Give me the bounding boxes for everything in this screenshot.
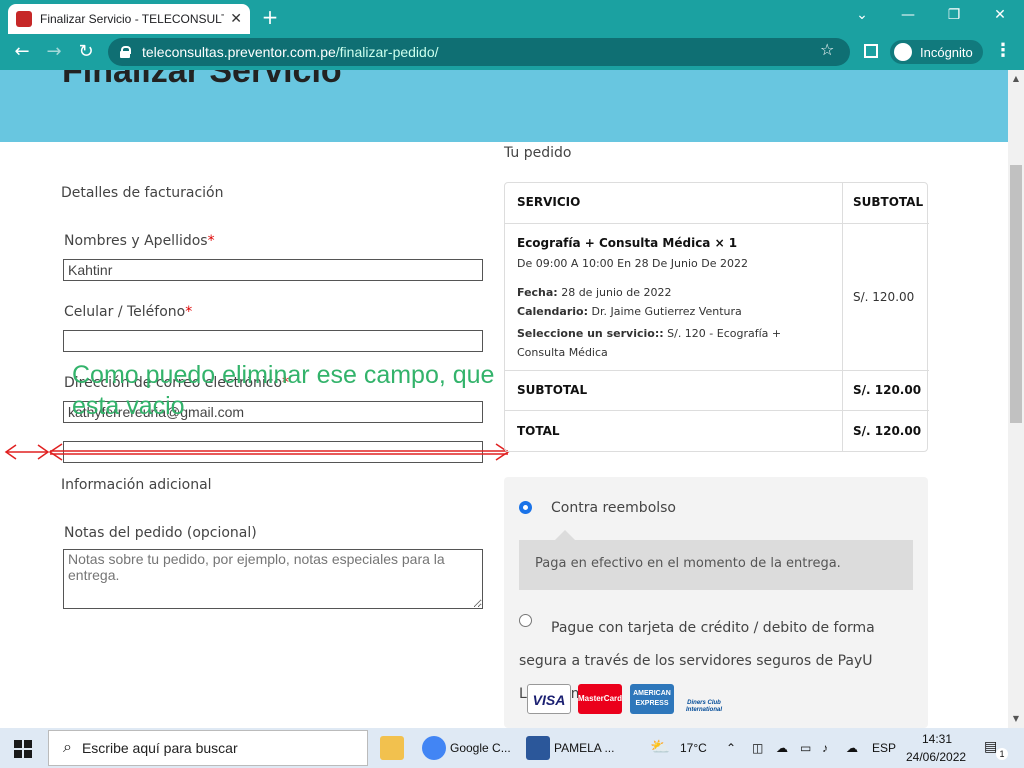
- star-icon[interactable]: ☆: [820, 40, 834, 59]
- annotation-text: Como puedo eliminar ese campo, que esta …: [72, 361, 495, 420]
- new-tab-button[interactable]: +: [258, 6, 282, 28]
- cloud-icon[interactable]: ☁: [776, 741, 788, 755]
- item-price: S/. 120.00: [853, 290, 915, 304]
- incognito-badge[interactable]: Incógnito: [890, 40, 983, 64]
- radio-cod[interactable]: [519, 501, 532, 514]
- annotation-arrows: [4, 443, 510, 461]
- subtotal-value: S/. 120.00: [853, 383, 922, 397]
- total-value: S/. 120.00: [853, 424, 922, 438]
- payment-option-cod[interactable]: Contra reembolso: [551, 500, 676, 516]
- tab-search-icon[interactable]: ⌄: [842, 4, 882, 26]
- scrollbar-thumb[interactable]: [1010, 165, 1022, 423]
- tab-close-icon[interactable]: ✕: [230, 11, 242, 27]
- restore-icon[interactable]: ❐: [934, 4, 974, 26]
- mastercard-logo: MasterCard: [578, 684, 622, 714]
- close-window-icon[interactable]: ✕: [980, 4, 1020, 26]
- phone-input[interactable]: [63, 330, 483, 352]
- billing-heading: Detalles de facturación: [61, 185, 224, 201]
- search-placeholder: Escribe aquí para buscar: [81, 740, 238, 756]
- page-title: Finalizar Servicio: [62, 70, 342, 90]
- search-icon: ⌕: [63, 739, 72, 756]
- subtotal-label: SUBTOTAL: [517, 383, 588, 397]
- network-icon[interactable]: ▭: [800, 741, 811, 755]
- reload-icon[interactable]: ↻: [74, 40, 98, 64]
- phone-label: Celular / Teléfono*: [64, 304, 193, 320]
- onedrive-icon[interactable]: ☁: [846, 741, 858, 755]
- name-label: Nombres y Apellidos*: [64, 233, 215, 249]
- browser-tab[interactable]: Finalizar Servicio - TELECONSULTAS ✕: [8, 4, 250, 34]
- item-title: Ecografía + Consulta Médica × 1: [517, 236, 738, 250]
- word-icon[interactable]: [526, 736, 550, 760]
- item-schedule: De 09:00 A 10:00 En 28 De Junio De 2022: [517, 257, 748, 270]
- total-row: TOTAL S/. 120.00: [505, 411, 929, 451]
- incognito-icon: [894, 43, 912, 61]
- taskbar-search[interactable]: ⌕ Escribe aquí para buscar: [48, 730, 368, 766]
- menu-icon[interactable]: ⋮: [994, 40, 1012, 61]
- col-service: SERVICIO: [517, 195, 581, 209]
- chrome-icon[interactable]: [422, 736, 446, 760]
- clock-time[interactable]: 14:31: [922, 732, 952, 746]
- col-subtotal: SUBTOTAL: [853, 195, 924, 209]
- notes-textarea[interactable]: [63, 549, 483, 609]
- site-favicon-icon: [16, 11, 32, 27]
- item-calendario: Calendario: Dr. Jaime Gutierrez Ventura: [517, 305, 742, 318]
- notes-label: Notas del pedido (opcional): [64, 525, 257, 541]
- subtotal-row: SUBTOTAL S/. 120.00: [505, 371, 929, 411]
- item-servicio: Seleccione un servicio:: S/. 120 - Ecogr…: [517, 327, 782, 359]
- scroll-down-icon[interactable]: ▼: [1010, 714, 1022, 723]
- chevron-up-icon[interactable]: ⌃: [726, 741, 736, 755]
- table-row: Ecografía + Consulta Médica × 1 De 09:00…: [505, 224, 929, 371]
- table-header-row: SERVICIO SUBTOTAL: [505, 183, 929, 224]
- total-label: TOTAL: [517, 424, 560, 438]
- minimize-icon[interactable]: —: [888, 4, 928, 26]
- clock-date[interactable]: 24/06/2022: [906, 750, 966, 764]
- cod-description: Paga en efectivo en el momento de la ent…: [519, 530, 913, 590]
- scroll-up-icon[interactable]: ▲: [1010, 74, 1022, 83]
- diners-logo: Diners Club International: [685, 700, 722, 713]
- item-fecha: Fecha: 28 de junio de 2022: [517, 286, 672, 299]
- word-task-label[interactable]: PAMELA ...: [554, 741, 614, 755]
- back-icon[interactable]: ←: [10, 40, 34, 64]
- side-panel-icon[interactable]: [864, 44, 878, 58]
- order-table: SERVICIO SUBTOTAL Ecografía + Consulta M…: [504, 182, 929, 452]
- incognito-label: Incógnito: [920, 44, 973, 60]
- url-host: teleconsultas.preventor.com.pe: [142, 44, 336, 60]
- amex-logo: AMERICAN EXPRESS: [630, 684, 674, 714]
- order-heading: Tu pedido: [504, 145, 572, 161]
- notification-count: 1: [996, 748, 1008, 760]
- chrome-task-label[interactable]: Google C...: [450, 741, 511, 755]
- forward-icon[interactable]: →: [42, 40, 66, 64]
- file-explorer-icon[interactable]: [380, 736, 404, 760]
- address-bar[interactable]: teleconsultas.preventor.com.pe/finalizar…: [108, 38, 850, 66]
- lock-icon[interactable]: [120, 46, 131, 58]
- temperature[interactable]: 17°C: [680, 741, 707, 755]
- windows-start-icon[interactable]: [14, 740, 32, 758]
- url-path: /finalizar-pedido/: [335, 44, 439, 60]
- visa-logo: VISA: [527, 684, 571, 714]
- page-hero: Finalizar Servicio: [0, 70, 1008, 142]
- tray-icon[interactable]: ◫: [752, 741, 763, 755]
- weather-icon[interactable]: ⛅: [650, 737, 670, 757]
- language-indicator[interactable]: ESP: [872, 741, 896, 755]
- additional-heading: Información adicional: [61, 477, 212, 493]
- tab-title: Finalizar Servicio - TELECONSULTAS: [40, 12, 225, 26]
- name-input[interactable]: [63, 259, 483, 281]
- volume-icon[interactable]: ♪: [822, 741, 828, 755]
